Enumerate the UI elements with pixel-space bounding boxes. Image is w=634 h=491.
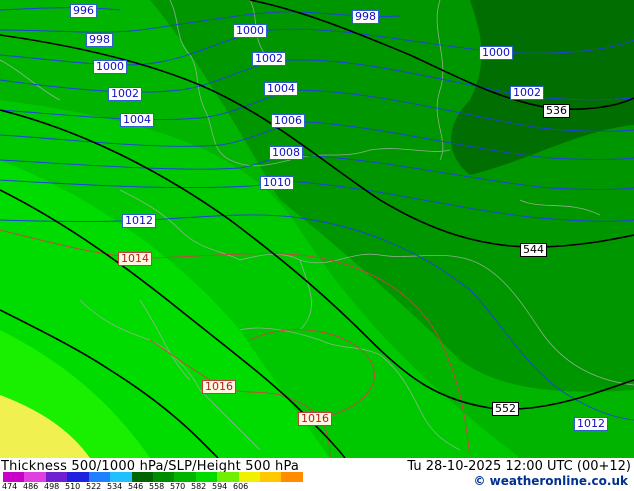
isobar-label-998: 998: [86, 33, 113, 47]
isobar-label-1010: 1010: [260, 176, 294, 190]
color-scale-swatch: [3, 472, 25, 482]
isobar-label-1002: 1002: [252, 52, 286, 66]
isobar-label-1006: 1006: [271, 114, 305, 128]
isobar-label-1004: 1004: [264, 82, 298, 96]
isobar-label-1012: 1012: [122, 214, 156, 228]
geopotential-label-536: 536: [543, 104, 570, 118]
color-scale-swatch: [24, 472, 46, 482]
isobar-label-1014: 1014: [118, 252, 152, 266]
isobar-label-996: 996: [70, 4, 97, 18]
isobar-label-1012: 1012: [574, 417, 608, 431]
color-scale-swatch: [174, 472, 196, 482]
isobar-label-1016: 1016: [298, 412, 332, 426]
color-scale-swatch: [217, 472, 239, 482]
map-footer: Thickness 500/1000 hPa/SLP/Height 500 hP…: [0, 458, 634, 491]
color-scale-swatch: [110, 472, 132, 482]
color-scale-swatch: [45, 472, 68, 482]
color-scale-swatch: [88, 472, 111, 482]
color-scale: [3, 472, 303, 482]
geopotential-label-552: 552: [492, 402, 519, 416]
geopotential-label-544: 544: [520, 243, 547, 257]
weather-map: 996 998 998 1000 1000 1000 1002 1002 100…: [0, 0, 634, 458]
isobar-label-1002: 1002: [108, 87, 142, 101]
color-scale-swatch: [152, 472, 175, 482]
color-scale-swatch: [281, 472, 303, 482]
valid-time: Tu 28-10-2025 12:00 UTC (00+12): [407, 459, 631, 474]
color-scale-swatch: [131, 472, 153, 482]
isobar-label-1004: 1004: [120, 113, 154, 127]
credit-link[interactable]: © weatheronline.co.uk: [473, 474, 628, 488]
color-scale-swatch: [238, 472, 261, 482]
color-scale-swatch: [195, 472, 218, 482]
isobar-label-1000: 1000: [233, 24, 267, 38]
isobar-label-1008: 1008: [269, 146, 303, 160]
isobar-label-1002: 1002: [510, 86, 544, 100]
color-scale-swatch: [67, 472, 89, 482]
isobar-label-998: 998: [352, 10, 379, 24]
color-scale-swatch: [260, 472, 282, 482]
isobar-label-1000: 1000: [479, 46, 513, 60]
isobar-label-1000: 1000: [93, 60, 127, 74]
isobar-label-1016: 1016: [202, 380, 236, 394]
